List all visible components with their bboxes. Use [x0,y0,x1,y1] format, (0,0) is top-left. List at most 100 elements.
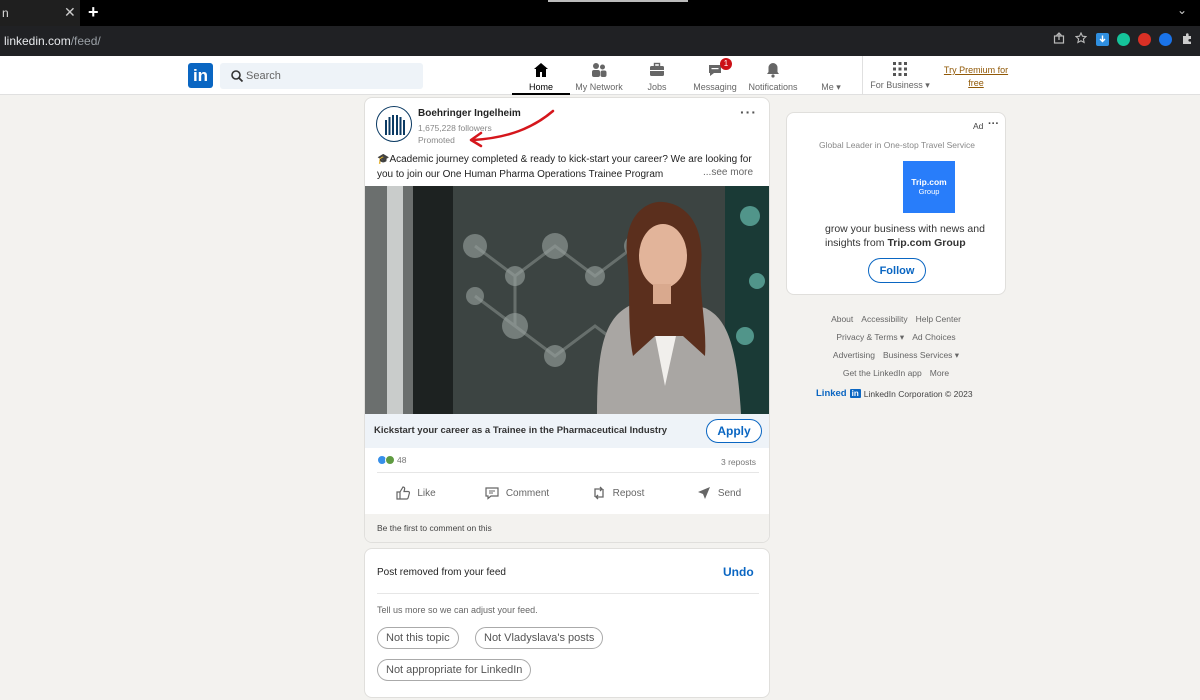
nav-home[interactable]: Home [512,56,570,95]
address-bar: linkedin.com/feed/ [0,26,1200,56]
nav-me[interactable]: Me ▾ [802,56,860,95]
footer-link-about[interactable]: About [831,314,853,324]
removed-description: Tell us more so we can adjust your feed. [377,605,538,615]
like-label: Like [417,487,436,499]
copyright-text: LinkedIn Corporation © 2023 [863,388,973,399]
comment-button[interactable]: Comment [466,478,567,508]
search-box[interactable] [220,63,423,89]
ad-tagline: Global Leader in One-stop Travel Service [819,140,975,150]
footer-link-business-services[interactable]: Business Services ▾ [883,350,959,361]
reaction-count: 48 [397,455,407,465]
trip-logo-line1: Trip.com [911,177,947,187]
post-removed-card: Post removed from your feed Undo Tell us… [364,548,770,698]
nav-my-network-label: My Network [575,82,623,92]
avatar-icon [824,63,838,77]
for-business-label: For Business ▾ [870,80,930,90]
footer-link-get-app[interactable]: Get the LinkedIn app [843,368,922,378]
trip-com-logo[interactable]: Trip.com Group [903,161,955,213]
extensions-puzzle-icon[interactable] [1180,32,1194,46]
post-actions: Like Comment Repost Send [365,478,769,508]
nav-jobs-label: Jobs [647,82,667,92]
blue-extension-icon[interactable] [1159,32,1172,46]
footer-link-privacy-terms[interactable]: Privacy & Terms ▾ [836,332,904,343]
repost-button[interactable]: Repost [567,478,668,508]
footer-link-help-center[interactable]: Help Center [916,314,961,324]
people-icon [592,63,607,77]
removed-title: Post removed from your feed [377,567,506,578]
nav-notifications[interactable]: Notifications [744,56,802,95]
nav-messaging-label: Messaging [693,82,737,92]
nav-notifications-label: Notifications [748,82,798,92]
see-more-link[interactable]: ...see more [703,167,754,178]
browser-tab[interactable]: n ✕ [0,0,80,26]
company-logo[interactable] [376,106,412,142]
send-icon [697,487,710,499]
copyright: Linked in LinkedIn Corporation © 2023 [816,388,973,399]
not-author-posts-option[interactable]: Not Vladyslava's posts [475,627,604,649]
footer-links: About Accessibility Help Center Privacy … [786,310,1006,399]
red-arrow-annotation [469,109,555,148]
follow-button[interactable]: Follow [868,258,926,283]
linkedin-wordmark-box: in [849,389,861,398]
linkedin-header: in Home My Network Jobs 1 Messaging Noti… [0,56,1200,95]
linkedin-wordmark: Linked [816,388,847,399]
footer-link-ad-choices[interactable]: Ad Choices [912,332,955,342]
cta-bar[interactable]: Kickstart your career as a Trainee in th… [365,414,769,448]
for-business-menu[interactable]: For Business ▾ [864,56,936,95]
apply-button[interactable]: Apply [706,419,762,443]
nav-jobs[interactable]: Jobs [628,56,686,95]
not-this-topic-option[interactable]: Not this topic [377,627,459,649]
promoted-label: Promoted [418,135,455,145]
nav-divider [862,56,863,95]
briefcase-icon [650,62,664,76]
browser-toolbar-icons [1052,31,1194,46]
repost-icon [594,486,604,500]
bell-icon [767,63,779,78]
main-nav: Home My Network Jobs 1 Messaging Notific… [512,56,860,95]
cta-headline[interactable]: Kickstart your career as a Trainee in th… [374,425,667,436]
divider [377,593,759,594]
messaging-badge: 1 [720,58,732,70]
first-comment-prompt[interactable]: Be the first to comment on this [365,514,769,542]
post-menu-icon[interactable]: ··· [740,104,757,120]
download-extension-icon[interactable] [1096,32,1109,46]
grammarly-extension-icon[interactable] [1117,32,1130,46]
new-tab-button[interactable]: + [88,2,99,23]
tab-search-icon[interactable]: ⌄ [1177,3,1187,17]
send-button[interactable]: Send [668,478,769,508]
comment-label: Comment [505,487,550,499]
grid-icon [893,62,907,76]
undo-button[interactable]: Undo [723,565,754,579]
url-field[interactable]: linkedin.com/feed/ [4,34,101,48]
ad-body-brand: Trip.com Group [887,237,966,249]
celebrate-reaction-icon [385,455,395,465]
share-icon[interactable] [1052,32,1066,46]
sponsored-post-card: Boehringer Ingelheim 1,675,228 followers… [364,97,770,543]
ad-card: Ad ··· Global Leader in One-stop Travel … [786,112,1006,295]
red-extension-icon[interactable] [1138,32,1151,46]
tab-title: n [2,6,9,20]
ad-menu-icon[interactable]: ··· [988,118,999,130]
browser-tab-strip: n ✕ + ⌄ [0,0,1200,26]
ad-label: Ad [973,121,984,131]
repost-label: Repost [612,487,645,499]
linkedin-logo[interactable]: in [188,63,213,88]
tab-indicator [548,0,688,2]
search-input[interactable] [246,66,416,86]
footer-link-advertising[interactable]: Advertising [833,350,875,360]
bookmark-star-icon[interactable] [1074,31,1088,46]
try-premium-link[interactable]: Try Premium for free [942,64,1010,90]
post-video-thumbnail[interactable] [365,186,769,414]
nav-messaging[interactable]: 1 Messaging [686,56,744,95]
like-button[interactable]: Like [365,478,466,508]
footer-link-accessibility[interactable]: Accessibility [861,314,907,324]
not-appropriate-option[interactable]: Not appropriate for LinkedIn [377,659,532,681]
comment-icon [485,487,499,500]
nav-home-label: Home [528,82,553,92]
reaction-summary[interactable]: 48 [377,455,406,465]
repost-count[interactable]: 3 reposts [721,457,756,467]
url-host: linkedin.com [4,34,71,48]
footer-link-more[interactable]: More [930,368,949,378]
nav-my-network[interactable]: My Network [570,56,628,95]
tab-close-icon[interactable]: ✕ [64,4,76,21]
